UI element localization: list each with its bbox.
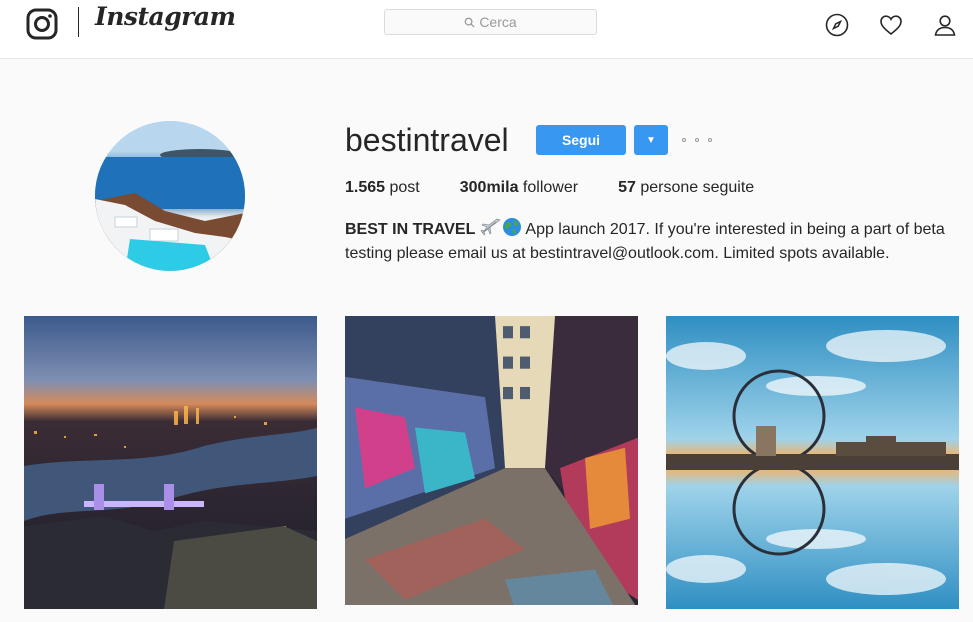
globe-icon xyxy=(502,218,521,236)
more-dot-icon xyxy=(682,138,686,142)
post-thumbnail-london-bridge[interactable] xyxy=(24,316,317,609)
profile-username: bestintravel xyxy=(345,122,509,158)
instagram-logo-icon[interactable] xyxy=(26,8,58,40)
airplane-icon xyxy=(480,218,501,236)
more-options-button[interactable] xyxy=(682,132,712,148)
more-dot-icon xyxy=(708,138,712,142)
instagram-wordmark[interactable]: Instagram xyxy=(95,2,236,31)
compass-icon[interactable] xyxy=(825,13,849,37)
posts-count: 1.565 post xyxy=(345,179,420,196)
post-thumbnail-graffiti-alley[interactable] xyxy=(345,316,638,605)
profile-bio: BEST IN TRAVEL App launch 2017. If you'r… xyxy=(345,217,955,266)
nav-divider xyxy=(78,7,79,37)
chevron-down-icon: ▼ xyxy=(646,134,656,146)
more-dot-icon xyxy=(695,138,699,142)
profile-icon[interactable] xyxy=(933,13,957,37)
follow-button[interactable]: Segui xyxy=(536,125,626,155)
search-input[interactable]: Cerca xyxy=(384,9,597,35)
following-count[interactable]: 57 persone seguite xyxy=(618,179,754,197)
followers-count[interactable]: 300mila follower xyxy=(460,179,578,197)
search-icon xyxy=(464,17,475,28)
profile-avatar[interactable] xyxy=(95,121,245,271)
profile-stats: 1.565 post 300mila follower 57 persone s… xyxy=(345,179,794,197)
post-thumbnail-london-eye[interactable] xyxy=(666,316,959,609)
heart-icon[interactable] xyxy=(879,13,903,37)
suggestions-dropdown-button[interactable]: ▼ xyxy=(634,125,668,155)
search-placeholder: Cerca xyxy=(479,14,517,30)
top-nav: Instagram Cerca xyxy=(0,0,973,59)
bio-name: BEST IN TRAVEL xyxy=(345,221,476,238)
